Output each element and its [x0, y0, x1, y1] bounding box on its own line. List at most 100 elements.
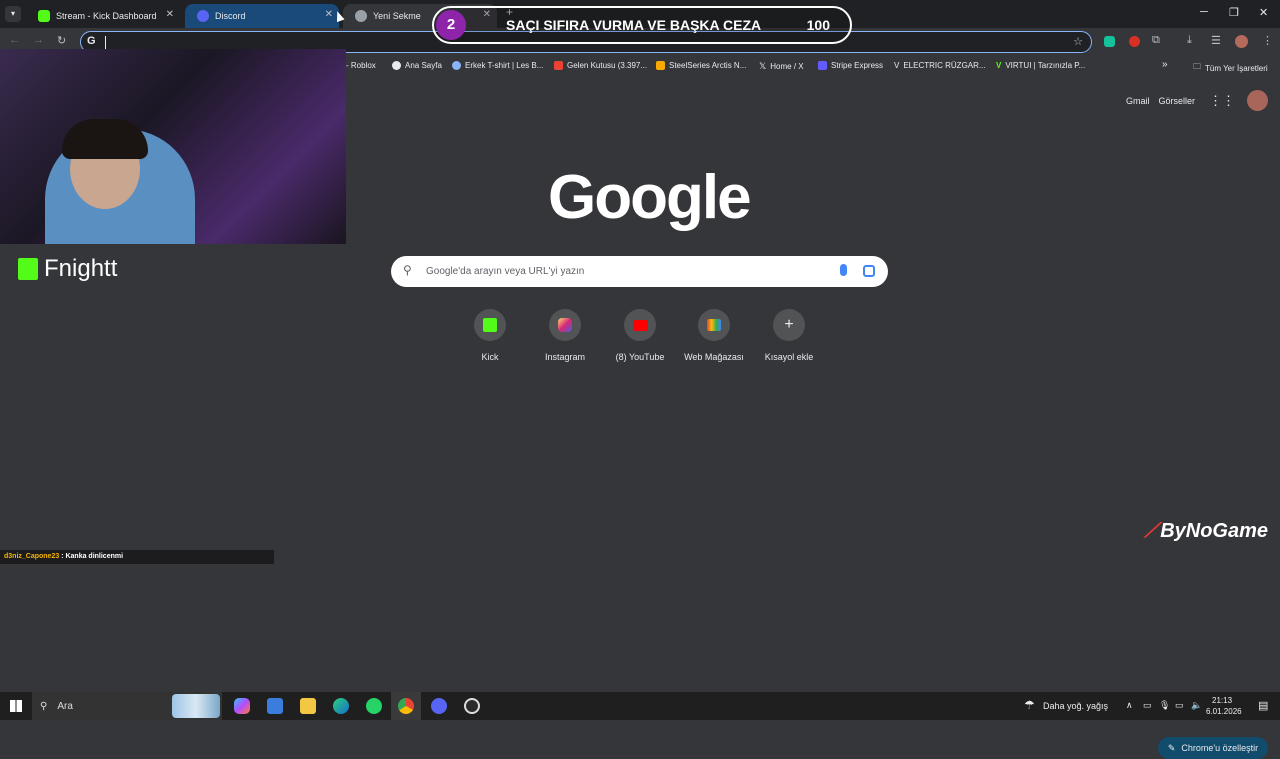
search-icon: ⚲ — [403, 263, 412, 277]
search-box[interactable]: ⚲ Google'da arayın veya URL'yi yazın — [391, 256, 888, 287]
streamer-hair — [62, 119, 148, 159]
minimize-icon[interactable]: ─ — [1200, 6, 1208, 18]
pencil-icon: ✎ — [1167, 742, 1176, 753]
virtui-icon: V — [996, 61, 1002, 70]
tab-label: Discord — [215, 11, 246, 21]
extension-red-icon[interactable] — [1129, 36, 1140, 47]
chrome-icon[interactable] — [398, 698, 414, 714]
windows-start-icon[interactable] — [10, 700, 22, 712]
google-logo: Google — [548, 163, 752, 232]
gmail-icon — [554, 61, 563, 70]
microphone-icon[interactable] — [840, 264, 847, 276]
bookmark-electric[interactable]: V ELECTRIC RÜZGAR... — [894, 61, 986, 70]
chevron-up-icon[interactable]: ∧ — [1126, 700, 1133, 711]
tab-label: Stream - Kick Dashboard — [56, 11, 157, 21]
kick-icon — [38, 10, 50, 22]
close-icon[interactable]: ✕ — [325, 9, 333, 20]
shortcut-kick[interactable]: Kick — [455, 309, 525, 362]
bookmark-x-home[interactable]: 𝕏 Home / X — [759, 61, 804, 72]
shortcut-instagram[interactable]: Instagram — [530, 309, 600, 362]
account-avatar[interactable] — [1247, 90, 1268, 111]
whatsapp-icon[interactable] — [366, 698, 382, 714]
download-icon[interactable]: ⤓ — [1187, 34, 1192, 47]
bookmark-label: VIRTUI | Tarzınızla P... — [1005, 61, 1086, 70]
shortcut-youtube[interactable]: (8) YouTube — [605, 309, 675, 362]
extensions-puzzle-icon[interactable]: ⧉ — [1152, 34, 1160, 47]
copilot-icon[interactable] — [234, 698, 250, 714]
shortcut-label: (8) YouTube — [615, 352, 665, 362]
display-icon[interactable]: ▭ — [1143, 700, 1152, 711]
customize-label: Chrome'u özelleştir — [1181, 743, 1259, 753]
extension-grammarly-icon[interactable] — [1104, 36, 1115, 47]
google-g-icon: G — [87, 35, 96, 47]
discord-icon[interactable] — [431, 698, 447, 714]
bookmark-steelseries[interactable]: SteelSeries Arctis N... — [656, 61, 746, 70]
tab-discord[interactable]: Discord ✕ — [185, 4, 339, 28]
more-menu-icon[interactable]: ⋮ — [1262, 34, 1273, 47]
star-icon[interactable]: ☆ — [1073, 35, 1083, 48]
gmail-link[interactable]: Gmail — [1126, 96, 1150, 106]
youtube-icon — [624, 309, 656, 341]
weather-icon: ☂ — [1024, 698, 1035, 712]
clock-date[interactable]: 6.01.2026 — [1206, 707, 1242, 716]
store-icon[interactable] — [267, 698, 283, 714]
reload-icon[interactable]: ↻ — [57, 34, 66, 47]
apps-grid-icon[interactable]: ⋮⋮ — [1209, 93, 1235, 109]
customize-chrome-button[interactable]: ✎ Chrome'u özelleştir — [1158, 737, 1268, 759]
streamer-name-tag: Fnightt — [18, 255, 117, 283]
edge-icon[interactable] — [333, 698, 349, 714]
bookmark-label: - Roblox — [346, 61, 376, 70]
weather-text[interactable]: Daha yoğ. yağış — [1043, 701, 1108, 711]
bookmark-erkek-tshirt[interactable]: Erkek T-shirt | Les B... — [452, 61, 543, 70]
back-icon[interactable]: ← — [9, 34, 20, 46]
bookmark-gmail-inbox[interactable]: Gelen Kutusu (3.397... — [554, 61, 647, 70]
shortcut-web-store[interactable]: Web Mağazası — [679, 309, 749, 362]
bookmark-icon — [392, 61, 401, 70]
forward-icon[interactable]: → — [33, 34, 44, 46]
tab-kick-dashboard[interactable]: Stream - Kick Dashboard ✕ — [26, 4, 180, 28]
overlay-number: 2 — [436, 10, 466, 40]
microphone-icon[interactable]: 🎙 — [1159, 700, 1170, 711]
images-link[interactable]: Görseller — [1158, 96, 1195, 106]
bookmark-stripe[interactable]: Stripe Express — [818, 61, 883, 70]
network-icon[interactable]: ▭ — [1175, 700, 1184, 711]
tab-label: Yeni Sekme — [373, 11, 421, 21]
search-icon: ⚲ — [40, 700, 48, 712]
notification-icon[interactable]: ▤ — [1258, 699, 1268, 712]
obs-icon[interactable] — [464, 698, 480, 714]
plus-icon: + — [773, 309, 805, 341]
bookmark-ana-sayfa[interactable]: Ana Sayfa — [392, 61, 442, 70]
tab-search-button[interactable]: ▾ — [5, 6, 21, 22]
bookmark-roblox[interactable]: - Roblox — [346, 61, 376, 70]
taskbar-search[interactable]: ⚲ Ara — [32, 692, 222, 720]
lens-icon[interactable] — [863, 265, 875, 277]
sponsor-logo: ⟋ ByNoGame — [1144, 520, 1268, 543]
restore-icon[interactable]: ❐ — [1229, 6, 1239, 19]
shortcut-add[interactable]: + Kısayol ekle — [754, 309, 824, 362]
bookmarks-overflow-chevron-icon[interactable]: » — [1162, 59, 1168, 70]
reading-list-icon[interactable]: ☰ — [1211, 34, 1221, 47]
webcam-overlay — [0, 49, 346, 244]
taskbar-search-label: Ara — [57, 700, 73, 712]
bookmark-label: ELECTRIC RÜZGAR... — [903, 61, 986, 70]
shortcut-label: Kick — [481, 352, 499, 362]
window-close-icon[interactable]: ✕ — [1259, 6, 1268, 19]
bookmark-label: SteelSeries Arctis N... — [669, 61, 747, 70]
overlay-count: 100 — [806, 17, 830, 33]
bookmark-label: Gelen Kutusu (3.397... — [567, 61, 648, 70]
file-explorer-icon[interactable] — [300, 698, 316, 714]
volume-icon[interactable]: 🔈 — [1191, 700, 1202, 711]
chrome-web-store-icon — [698, 309, 730, 341]
chrome-icon — [355, 10, 367, 22]
bookmark-virtui[interactable]: V VIRTUI | Tarzınızla P... — [996, 61, 1085, 70]
sponsor-text: ByNoGame — [1160, 520, 1268, 542]
clock-time[interactable]: 21:13 — [1212, 696, 1232, 705]
kick-icon — [474, 309, 506, 341]
all-bookmarks[interactable]: 🗀 Tüm Yer İşaretleri — [1193, 61, 1268, 75]
search-placeholder: Google'da arayın veya URL'yi yazın — [426, 266, 585, 277]
discord-icon — [197, 10, 209, 22]
close-icon[interactable]: ✕ — [166, 9, 174, 20]
bookmark-label: Erkek T-shirt | Les B... — [465, 61, 544, 70]
profile-avatar[interactable] — [1235, 35, 1248, 48]
kick-icon — [18, 258, 38, 280]
